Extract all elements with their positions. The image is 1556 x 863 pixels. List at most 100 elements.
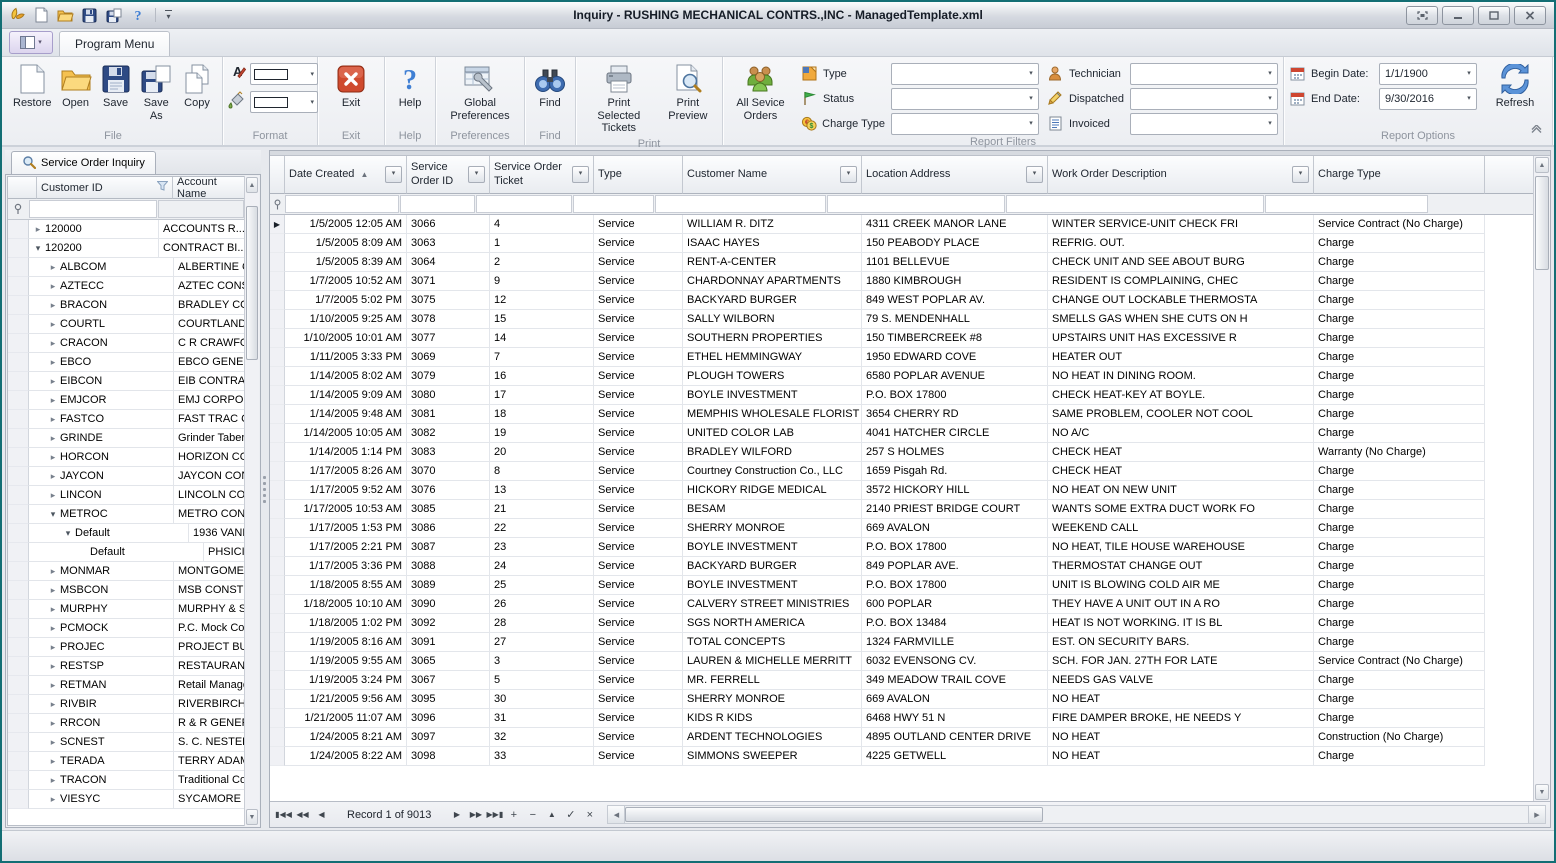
column-header-work-order-description[interactable]: Work Order Description▾ <box>1048 156 1314 194</box>
cell-charge-type[interactable]: Construction (No Charge) <box>1314 728 1485 747</box>
cell-charge-type[interactable]: Warranty (No Charge) <box>1314 443 1485 462</box>
cell-charge-type[interactable]: Charge <box>1314 519 1485 538</box>
tree-cell-customer-id[interactable]: ▸LINCON <box>29 486 174 505</box>
end-date-combo[interactable]: 9/30/2016▾ <box>1379 88 1477 110</box>
tree-row[interactable]: ▸COURTLCOURTLAND ... <box>8 315 244 334</box>
tree-cell-customer-id[interactable]: ▸BRACON <box>29 296 174 315</box>
cell-location-address[interactable]: 79 S. MENDENHALL <box>862 310 1048 329</box>
collapse-arrow-icon[interactable]: ▾ <box>61 528 75 539</box>
tree-cell-account-name[interactable]: Grinder Taber ... <box>174 429 244 448</box>
cell-charge-type[interactable]: Charge <box>1314 272 1485 291</box>
cell-service-order-ticket[interactable]: 7 <box>490 348 594 367</box>
tree-cell-customer-id[interactable]: ▸FASTCO <box>29 410 174 429</box>
cell-charge-type[interactable]: Charge <box>1314 234 1485 253</box>
tree-cell-account-name[interactable]: PHSICIANS D... <box>204 543 244 562</box>
table-row[interactable]: 1/19/2005 9:55 AM30653ServiceLAUREN & MI… <box>270 652 1533 671</box>
cell-customer-name[interactable]: BOYLE INVESTMENT <box>683 538 862 557</box>
cell-customer-name[interactable]: BOYLE INVESTMENT <box>683 576 862 595</box>
cell-service-order-id[interactable]: 3064 <box>407 253 490 272</box>
cell-type[interactable]: Service <box>594 538 683 557</box>
cell-type[interactable]: Service <box>594 215 683 234</box>
tree-cell-customer-id[interactable]: ▸EIBCON <box>29 372 174 391</box>
tree-row[interactable]: ▸EBCOEBCO GENERA... <box>8 353 244 372</box>
status-combo[interactable]: ▾ <box>891 88 1039 110</box>
table-row[interactable]: 1/7/2005 10:52 AM30719ServiceCHARDONNAY … <box>270 272 1533 291</box>
cell-location-address[interactable]: 1101 BELLEVUE <box>862 253 1048 272</box>
expand-arrow-icon[interactable]: ▸ <box>46 376 60 387</box>
table-row[interactable]: 1/21/2005 9:56 AM309530ServiceSHERRY MON… <box>270 690 1533 709</box>
tree-row[interactable]: ▸120000ACCOUNTS R... <box>8 220 244 239</box>
cell-location-address[interactable]: 1659 Pisgah Rd. <box>862 462 1048 481</box>
cell-type[interactable]: Service <box>594 481 683 500</box>
cell-type[interactable]: Service <box>594 709 683 728</box>
begin-date-combo[interactable]: 1/1/1900▾ <box>1379 63 1477 85</box>
cell-date-created[interactable]: 1/14/2005 8:02 AM <box>285 367 407 386</box>
cell-work-order-description[interactable]: CHANGE OUT LOCKABLE THERMOSTA <box>1048 291 1314 310</box>
cell-charge-type[interactable]: Charge <box>1314 633 1485 652</box>
cell-service-order-id[interactable]: 3069 <box>407 348 490 367</box>
cell-customer-name[interactable]: SALLY WILBORN <box>683 310 862 329</box>
cell-type[interactable]: Service <box>594 500 683 519</box>
cell-service-order-id[interactable]: 3078 <box>407 310 490 329</box>
cell-service-order-ticket[interactable]: 20 <box>490 443 594 462</box>
charge-type-combo[interactable]: ▾ <box>891 113 1039 135</box>
print-preview-button[interactable]: Print Preview <box>659 61 717 124</box>
column-header-service-order-id[interactable]: Service Order ID▾ <box>407 156 490 194</box>
cell-location-address[interactable]: 1880 KIMBROUGH <box>862 272 1048 291</box>
cell-work-order-description[interactable]: HEATER OUT <box>1048 348 1314 367</box>
cell-type[interactable]: Service <box>594 576 683 595</box>
qat-dropdown-icon[interactable]: ▾ <box>165 10 172 21</box>
table-row[interactable]: 1/18/2005 8:55 AM308925ServiceBOYLE INVE… <box>270 576 1533 595</box>
table-row[interactable]: 1/10/2005 10:01 AM307714ServiceSOUTHERN … <box>270 329 1533 348</box>
cell-customer-name[interactable]: BACKYARD BURGER <box>683 557 862 576</box>
cell-work-order-description[interactable]: NEEDS GAS VALVE <box>1048 671 1314 690</box>
cell-service-order-ticket[interactable]: 25 <box>490 576 594 595</box>
tree-row[interactable]: ▸BRACONBRADLEY CON... <box>8 296 244 315</box>
tree-cell-customer-id[interactable]: ▸EBCO <box>29 353 174 372</box>
tree-cell-account-name[interactable]: 1936 VANDER... <box>189 524 244 543</box>
cell-type[interactable]: Service <box>594 614 683 633</box>
help-icon[interactable]: ? <box>129 7 146 24</box>
cell-work-order-description[interactable]: NO A/C <box>1048 424 1314 443</box>
tree-cell-customer-id[interactable]: ▸ALBCOM <box>29 258 174 277</box>
exit-button[interactable]: Exit <box>331 61 371 112</box>
cell-work-order-description[interactable]: NO HEAT, TILE HOUSE WAREHOUSE <box>1048 538 1314 557</box>
tree-row[interactable]: ▸GRINDEGrinder Taber ... <box>8 429 244 448</box>
tree-cell-account-name[interactable]: TERRY ADAMS... <box>174 752 244 771</box>
expand-arrow-icon[interactable]: ▸ <box>46 699 60 710</box>
cell-charge-type[interactable]: Charge <box>1314 576 1485 595</box>
tree-cell-account-name[interactable]: COURTLAND ... <box>174 315 244 334</box>
column-header-charge-type[interactable]: Charge Type <box>1314 156 1485 194</box>
tree-cell-account-name[interactable]: METRO CONS... <box>174 505 244 524</box>
refresh-button[interactable]: Refresh <box>1483 61 1547 112</box>
cell-charge-type[interactable]: Service Contract (No Charge) <box>1314 215 1485 234</box>
tree-cell-customer-id[interactable]: ▾METROC <box>29 505 174 524</box>
tree-row[interactable]: ▸EIBCONEIB CONTRAC... <box>8 372 244 391</box>
cell-work-order-description[interactable]: HEAT IS NOT WORKING. IT IS BL <box>1048 614 1314 633</box>
cell-date-created[interactable]: 1/19/2005 9:55 AM <box>285 652 407 671</box>
cell-charge-type[interactable]: Charge <box>1314 367 1485 386</box>
tree-row[interactable]: ▸RRCONR & R GENERA... <box>8 714 244 733</box>
cell-date-created[interactable]: 1/18/2005 8:55 AM <box>285 576 407 595</box>
cell-service-order-id[interactable]: 3086 <box>407 519 490 538</box>
tree-column-account-name[interactable]: Account Name <box>173 177 244 199</box>
cell-customer-name[interactable]: RENT-A-CENTER <box>683 253 862 272</box>
cell-customer-name[interactable]: SIMMONS SWEEPER <box>683 747 862 766</box>
maximize-icon[interactable] <box>1478 6 1510 25</box>
cell-location-address[interactable]: 150 PEABODY PLACE <box>862 234 1048 253</box>
table-row[interactable]: 1/10/2005 9:25 AM307815ServiceSALLY WILB… <box>270 310 1533 329</box>
cell-charge-type[interactable]: Charge <box>1314 462 1485 481</box>
table-row[interactable]: 1/24/2005 8:22 AM309833ServiceSIMMONS SW… <box>270 747 1533 766</box>
cell-type[interactable]: Service <box>594 595 683 614</box>
cell-date-created[interactable]: 1/17/2005 2:21 PM <box>285 538 407 557</box>
tree-cell-customer-id[interactable]: ▸MURPHY <box>29 600 174 619</box>
tree-cell-account-name[interactable]: LINCOLN CON... <box>174 486 244 505</box>
cell-customer-name[interactable]: BESAM <box>683 500 862 519</box>
table-row[interactable]: 1/14/2005 8:02 AM307916ServicePLOUGH TOW… <box>270 367 1533 386</box>
expand-arrow-icon[interactable]: ▸ <box>46 737 60 748</box>
tab-program-menu[interactable]: Program Menu <box>59 31 170 56</box>
cell-location-address[interactable]: 2140 PRIEST BRIDGE COURT <box>862 500 1048 519</box>
cell-location-address[interactable]: P.O. BOX 17800 <box>862 576 1048 595</box>
cell-service-order-ticket[interactable]: 27 <box>490 633 594 652</box>
filter-cell-date-created[interactable] <box>285 195 399 213</box>
